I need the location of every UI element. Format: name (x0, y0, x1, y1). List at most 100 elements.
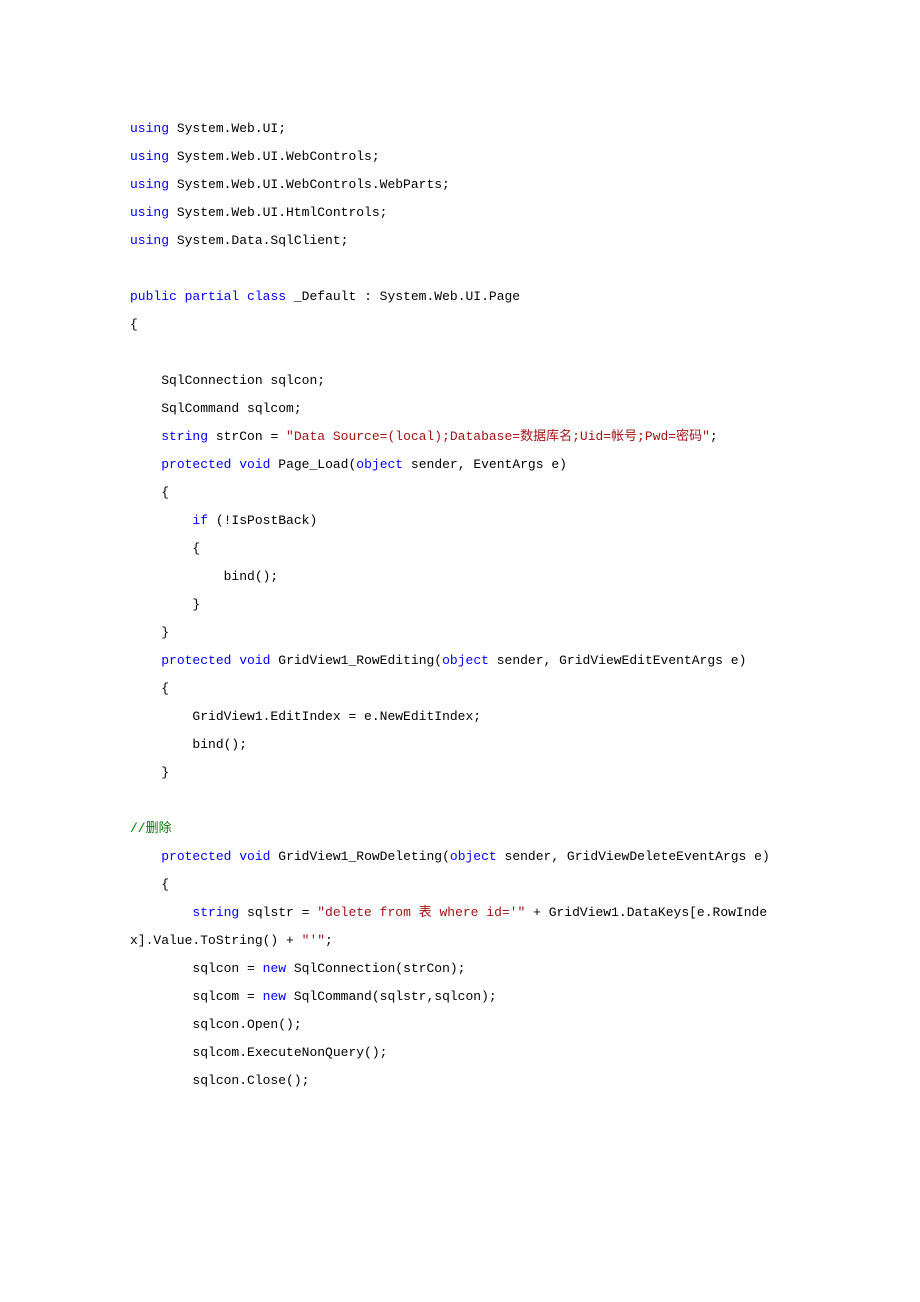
code-token (130, 457, 161, 472)
code-token: "'" (302, 933, 325, 948)
code-token: ; (710, 429, 718, 444)
code-token: sqlcon = (130, 961, 263, 976)
code-line: string strCon = "Data Source=(local);Dat… (130, 423, 790, 451)
code-line: bind(); (130, 731, 790, 759)
code-token: GridView1_RowDeleting( (270, 849, 449, 864)
code-line (130, 339, 790, 367)
code-line: { (130, 479, 790, 507)
code-token: ; (325, 933, 333, 948)
code-token: SqlConnection sqlcon; (130, 373, 325, 388)
code-token: object (450, 849, 497, 864)
code-line (130, 255, 790, 283)
code-line: if (!IsPostBack) (130, 507, 790, 535)
code-token: if (192, 513, 208, 528)
code-line: sqlcom.ExecuteNonQuery(); (130, 1039, 790, 1067)
code-token: SqlCommand sqlcom; (130, 401, 302, 416)
code-token: string (192, 905, 239, 920)
code-token: using (130, 177, 169, 192)
code-token: bind(); (130, 737, 247, 752)
code-line: string sqlstr = "delete from 表 where id=… (130, 899, 790, 955)
code-token: //删除 (130, 821, 172, 836)
code-token: void (239, 653, 270, 668)
code-line: using System.Web.UI.HtmlControls; (130, 199, 790, 227)
code-line: SqlConnection sqlcon; (130, 367, 790, 395)
code-line: using System.Web.UI.WebControls.WebParts… (130, 171, 790, 199)
code-token: void (239, 457, 270, 472)
code-token: using (130, 121, 169, 136)
code-token: } (130, 765, 169, 780)
code-line: bind(); (130, 563, 790, 591)
code-token: using (130, 149, 169, 164)
code-line: protected void GridView1_RowEditing(obje… (130, 647, 790, 675)
code-token: GridView1_RowEditing( (270, 653, 442, 668)
code-token: sqlstr = (239, 905, 317, 920)
code-token (130, 429, 161, 444)
code-token: partial (185, 289, 240, 304)
code-token: object (442, 653, 489, 668)
code-line: { (130, 311, 790, 339)
code-token: "delete from 表 where id='" (317, 905, 525, 920)
code-token: public (130, 289, 177, 304)
code-line: sqlcon.Close(); (130, 1067, 790, 1095)
code-line (130, 787, 790, 815)
code-token: SqlConnection(strCon); (286, 961, 465, 976)
code-token: using (130, 233, 169, 248)
code-token: sqlcon.Open(); (130, 1017, 302, 1032)
code-token: protected (161, 849, 231, 864)
code-line: GridView1.EditIndex = e.NewEditIndex; (130, 703, 790, 731)
code-token: string (161, 429, 208, 444)
code-line: using System.Web.UI.WebControls; (130, 143, 790, 171)
code-token: SqlCommand(sqlstr,sqlcon); (286, 989, 497, 1004)
code-token: System.Web.UI.HtmlControls; (169, 205, 387, 220)
code-token: Page_Load( (270, 457, 356, 472)
code-token: protected (161, 457, 231, 472)
code-line: } (130, 759, 790, 787)
code-token: { (130, 485, 169, 500)
code-token: new (263, 989, 286, 1004)
code-document: using System.Web.UI;using System.Web.UI.… (0, 0, 920, 1210)
code-line: using System.Data.SqlClient; (130, 227, 790, 255)
code-line: sqlcom = new SqlCommand(sqlstr,sqlcon); (130, 983, 790, 1011)
code-line: { (130, 871, 790, 899)
code-token (130, 513, 192, 528)
code-token: bind(); (130, 569, 278, 584)
code-token: void (239, 849, 270, 864)
code-token (239, 289, 247, 304)
code-token: GridView1.EditIndex = e.NewEditIndex; (130, 709, 481, 724)
code-token: (!IsPostBack) (208, 513, 317, 528)
code-line: //删除 (130, 815, 790, 843)
code-token: sender, EventArgs e) (403, 457, 567, 472)
code-token: System.Web.UI.WebControls.WebParts; (169, 177, 450, 192)
code-token: sqlcon.Close(); (130, 1073, 309, 1088)
code-token: System.Web.UI.WebControls; (169, 149, 380, 164)
code-line: sqlcon.Open(); (130, 1011, 790, 1039)
code-token: { (130, 541, 200, 556)
code-line: sqlcon = new SqlConnection(strCon); (130, 955, 790, 983)
code-token: strCon = (208, 429, 286, 444)
code-token: "Data Source=(local);Database=数据库名;Uid=帐… (286, 429, 710, 444)
code-token: { (130, 681, 169, 696)
code-token: sqlcom = (130, 989, 263, 1004)
code-line: protected void Page_Load(object sender, … (130, 451, 790, 479)
code-token (130, 905, 192, 920)
code-line: } (130, 619, 790, 647)
code-token: sender, GridViewDeleteEventArgs e) (497, 849, 770, 864)
code-token: { (130, 877, 169, 892)
code-line: protected void GridView1_RowDeleting(obj… (130, 843, 790, 871)
code-token (130, 653, 161, 668)
code-token: } (130, 597, 200, 612)
code-token: sqlcom.ExecuteNonQuery(); (130, 1045, 387, 1060)
code-token: using (130, 205, 169, 220)
code-line: { (130, 535, 790, 563)
code-line: using System.Web.UI; (130, 115, 790, 143)
code-line: { (130, 675, 790, 703)
code-token: class (247, 289, 286, 304)
code-line: SqlCommand sqlcom; (130, 395, 790, 423)
code-token: System.Data.SqlClient; (169, 233, 348, 248)
code-token: _Default : System.Web.UI.Page (286, 289, 520, 304)
code-line: } (130, 591, 790, 619)
code-token (177, 289, 185, 304)
code-token (130, 849, 161, 864)
code-token: sender, GridViewEditEventArgs e) (489, 653, 746, 668)
code-token: { (130, 317, 138, 332)
